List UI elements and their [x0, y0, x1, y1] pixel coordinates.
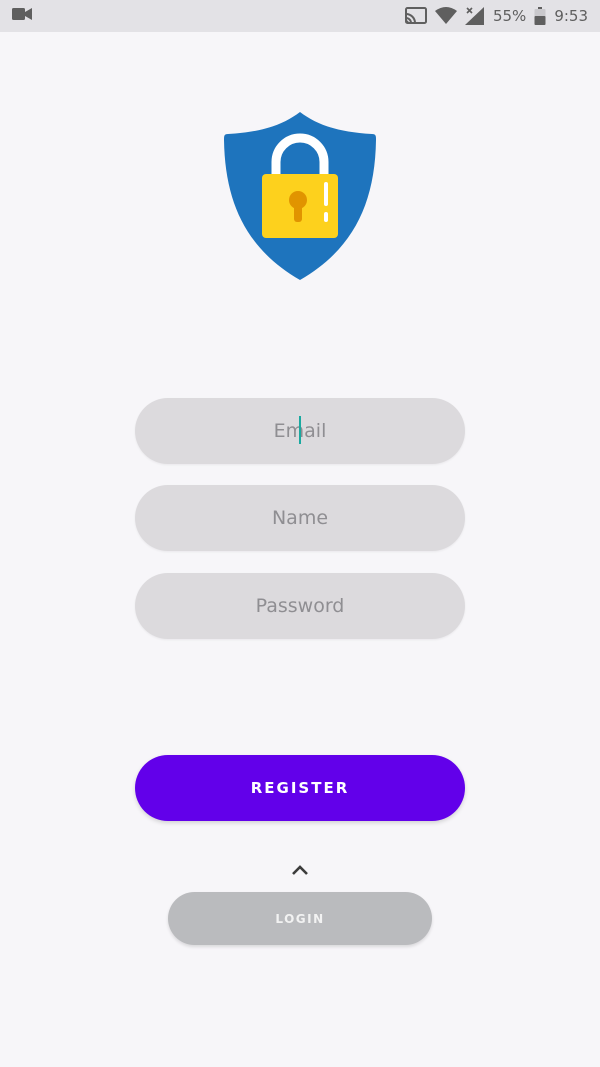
- register-button[interactable]: REGISTER: [135, 755, 465, 821]
- password-input[interactable]: [135, 572, 465, 640]
- battery-icon: [534, 7, 546, 25]
- name-field-container: [135, 484, 465, 552]
- password-field-container: [135, 572, 465, 640]
- text-cursor: [299, 416, 301, 444]
- status-bar: 55% 9:53: [0, 0, 600, 32]
- status-right: 55% 9:53: [404, 7, 588, 25]
- shield-lock-icon: [224, 110, 376, 282]
- chevron-up-icon[interactable]: [290, 862, 310, 876]
- wifi-icon: [434, 7, 457, 25]
- battery-percent: 55%: [492, 7, 527, 25]
- cast-icon: [404, 7, 427, 25]
- status-left: [12, 7, 32, 25]
- clock: 9:53: [554, 7, 588, 25]
- login-button[interactable]: LOGIN: [168, 892, 432, 945]
- name-input[interactable]: [135, 484, 465, 552]
- register-screen: 55% 9:53 Email Name REGISTER LOGIN: [0, 0, 600, 1067]
- signal-icon: [464, 7, 485, 25]
- video-camera-icon: [12, 7, 32, 25]
